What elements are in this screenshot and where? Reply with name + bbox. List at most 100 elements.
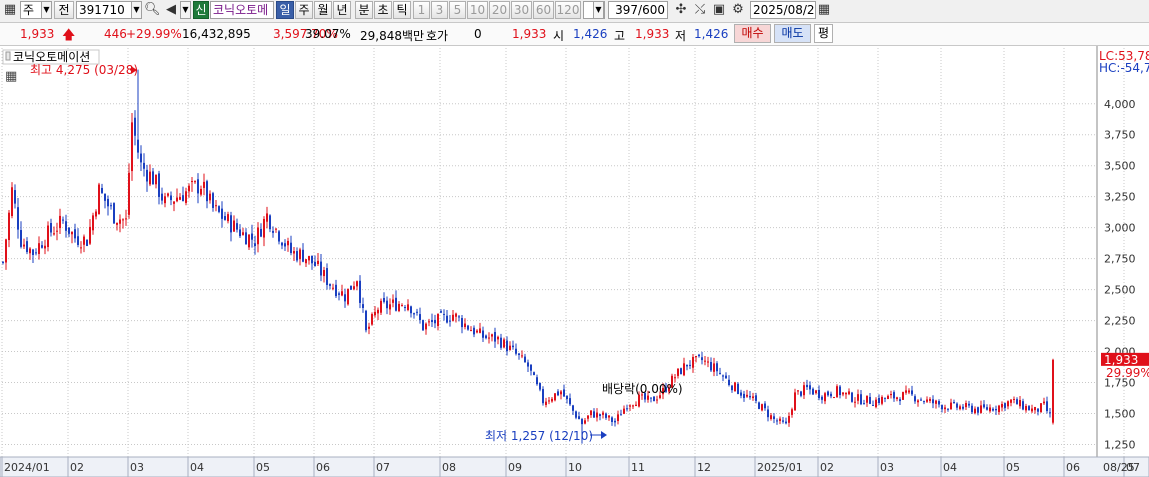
candle-down [281, 242, 283, 246]
candle-down [812, 388, 814, 395]
period-month-button[interactable]: 월 [314, 1, 332, 19]
current-price: 1,933 [20, 27, 55, 41]
candle-down [239, 229, 241, 237]
interval-button[interactable]: 20 [489, 1, 510, 19]
high-price-note: 최고 4,275 (03/28) [30, 63, 138, 77]
candle-up [38, 243, 40, 254]
erase-icon[interactable]: ⤯ [692, 2, 708, 18]
period-minute-button[interactable]: 분 [355, 1, 373, 19]
calendar-icon[interactable]: ▦ [5, 69, 17, 84]
candle-up [959, 406, 961, 410]
stock-code-input[interactable]: 391710 [76, 1, 132, 19]
candle-down [290, 242, 292, 254]
sell-button[interactable]: 매도 [774, 24, 811, 43]
interval-button[interactable]: 30 [511, 1, 532, 19]
candle-down [722, 375, 724, 377]
chevron-down-icon[interactable]: ▼ [131, 1, 142, 19]
interval-button[interactable]: 3 [431, 1, 448, 19]
candle-up [209, 193, 211, 201]
candle-up [71, 231, 73, 235]
grid-icon[interactable]: ▦ [2, 2, 18, 18]
candle-up [905, 390, 907, 393]
candle-up [602, 412, 604, 415]
candle-down [359, 280, 361, 303]
candle-down [506, 340, 508, 352]
candle-down [809, 385, 811, 390]
candle-down [785, 421, 787, 424]
candle-down [740, 392, 742, 396]
candle-up [1007, 401, 1009, 407]
candle-up [377, 309, 379, 314]
candle-down [143, 162, 145, 169]
candle-down [971, 405, 973, 413]
interval-button[interactable]: 10 [467, 1, 488, 19]
period-week-button[interactable]: 주 [295, 1, 313, 19]
speaker-icon[interactable]: ◀ [163, 2, 179, 18]
interval-button[interactable]: 60 [533, 1, 554, 19]
candle-down [26, 241, 28, 253]
period-day-button[interactable]: 일 [276, 1, 294, 19]
candle-down [113, 203, 115, 224]
trade-amount: 29,848백만 [360, 29, 425, 43]
date-input[interactable]: 2025/08/25 [750, 1, 816, 19]
gear-icon[interactable]: ⚙ [730, 2, 746, 18]
price-chart[interactable]: 4,000 3,750 3,500 3,250 3,000 2,750 2,500 2,250… [0, 46, 1149, 477]
candle-down [431, 319, 433, 323]
data-count-field[interactable]: 397/600 [608, 1, 668, 19]
candle-down [422, 320, 424, 331]
candle-up [674, 377, 676, 379]
calendar-icon[interactable]: ▦ [816, 2, 832, 18]
hoga-value: 0 [474, 27, 482, 41]
x-tick-label: 10 [568, 461, 582, 474]
candle-down [968, 403, 970, 406]
prev-button[interactable]: 전 [54, 1, 74, 19]
period-second-button[interactable]: 초 [374, 1, 392, 19]
candle-down [269, 215, 271, 230]
candle-up [167, 193, 169, 196]
candle-down [41, 245, 43, 248]
candle-up [437, 313, 439, 326]
interval-button[interactable]: 5 [449, 1, 466, 19]
x-tick-label: 08 [442, 461, 456, 474]
candle-up [554, 393, 556, 401]
stock-name-field[interactable]: 코닉오토메 [210, 1, 274, 19]
hc-label: HC:-54,7 [1099, 61, 1149, 75]
chevron-down-icon[interactable]: ▼ [593, 1, 604, 19]
avg-button[interactable]: 평 [814, 24, 833, 43]
candle-down [446, 315, 448, 323]
period-year-button[interactable]: 년 [333, 1, 351, 19]
chevron-down-icon[interactable]: ▼ [41, 1, 52, 19]
candle-up [590, 410, 592, 416]
interval-button[interactable]: 1 [413, 1, 430, 19]
candle-down [104, 193, 106, 201]
candle-down [362, 304, 364, 308]
candle-down [221, 208, 223, 219]
chart-tool-icon[interactable]: ✣ [673, 2, 689, 18]
period-tick-button[interactable]: 틱 [393, 1, 411, 19]
candle-up [1034, 407, 1036, 411]
candle-down [860, 394, 862, 405]
candle-up [803, 385, 805, 396]
candle-down [920, 399, 922, 401]
chevron-down-icon[interactable]: ▼ [180, 1, 191, 19]
y-tick-label: 2,500 [1104, 284, 1136, 297]
candle-up [308, 256, 310, 261]
interval-button[interactable]: 120 [555, 1, 581, 19]
candle-down [923, 401, 925, 403]
candle-up [833, 397, 835, 399]
save-icon[interactable]: ▣ [711, 2, 727, 18]
open-price: 1,426 [573, 27, 608, 41]
candle-down [365, 310, 367, 331]
candle-up [128, 172, 130, 215]
period-type-select[interactable]: 주 [20, 1, 42, 19]
candle-down [899, 399, 901, 402]
search-icon[interactable]: 🔍︎ [144, 2, 161, 18]
candle-down [698, 354, 700, 357]
candle-down [932, 399, 934, 404]
candle-up [998, 405, 1000, 413]
candle-up [974, 408, 976, 414]
buy-button[interactable]: 매수 [734, 24, 771, 43]
candle-up [392, 299, 394, 303]
x-tick-label: 03 [130, 461, 144, 474]
candle-up [629, 405, 631, 407]
